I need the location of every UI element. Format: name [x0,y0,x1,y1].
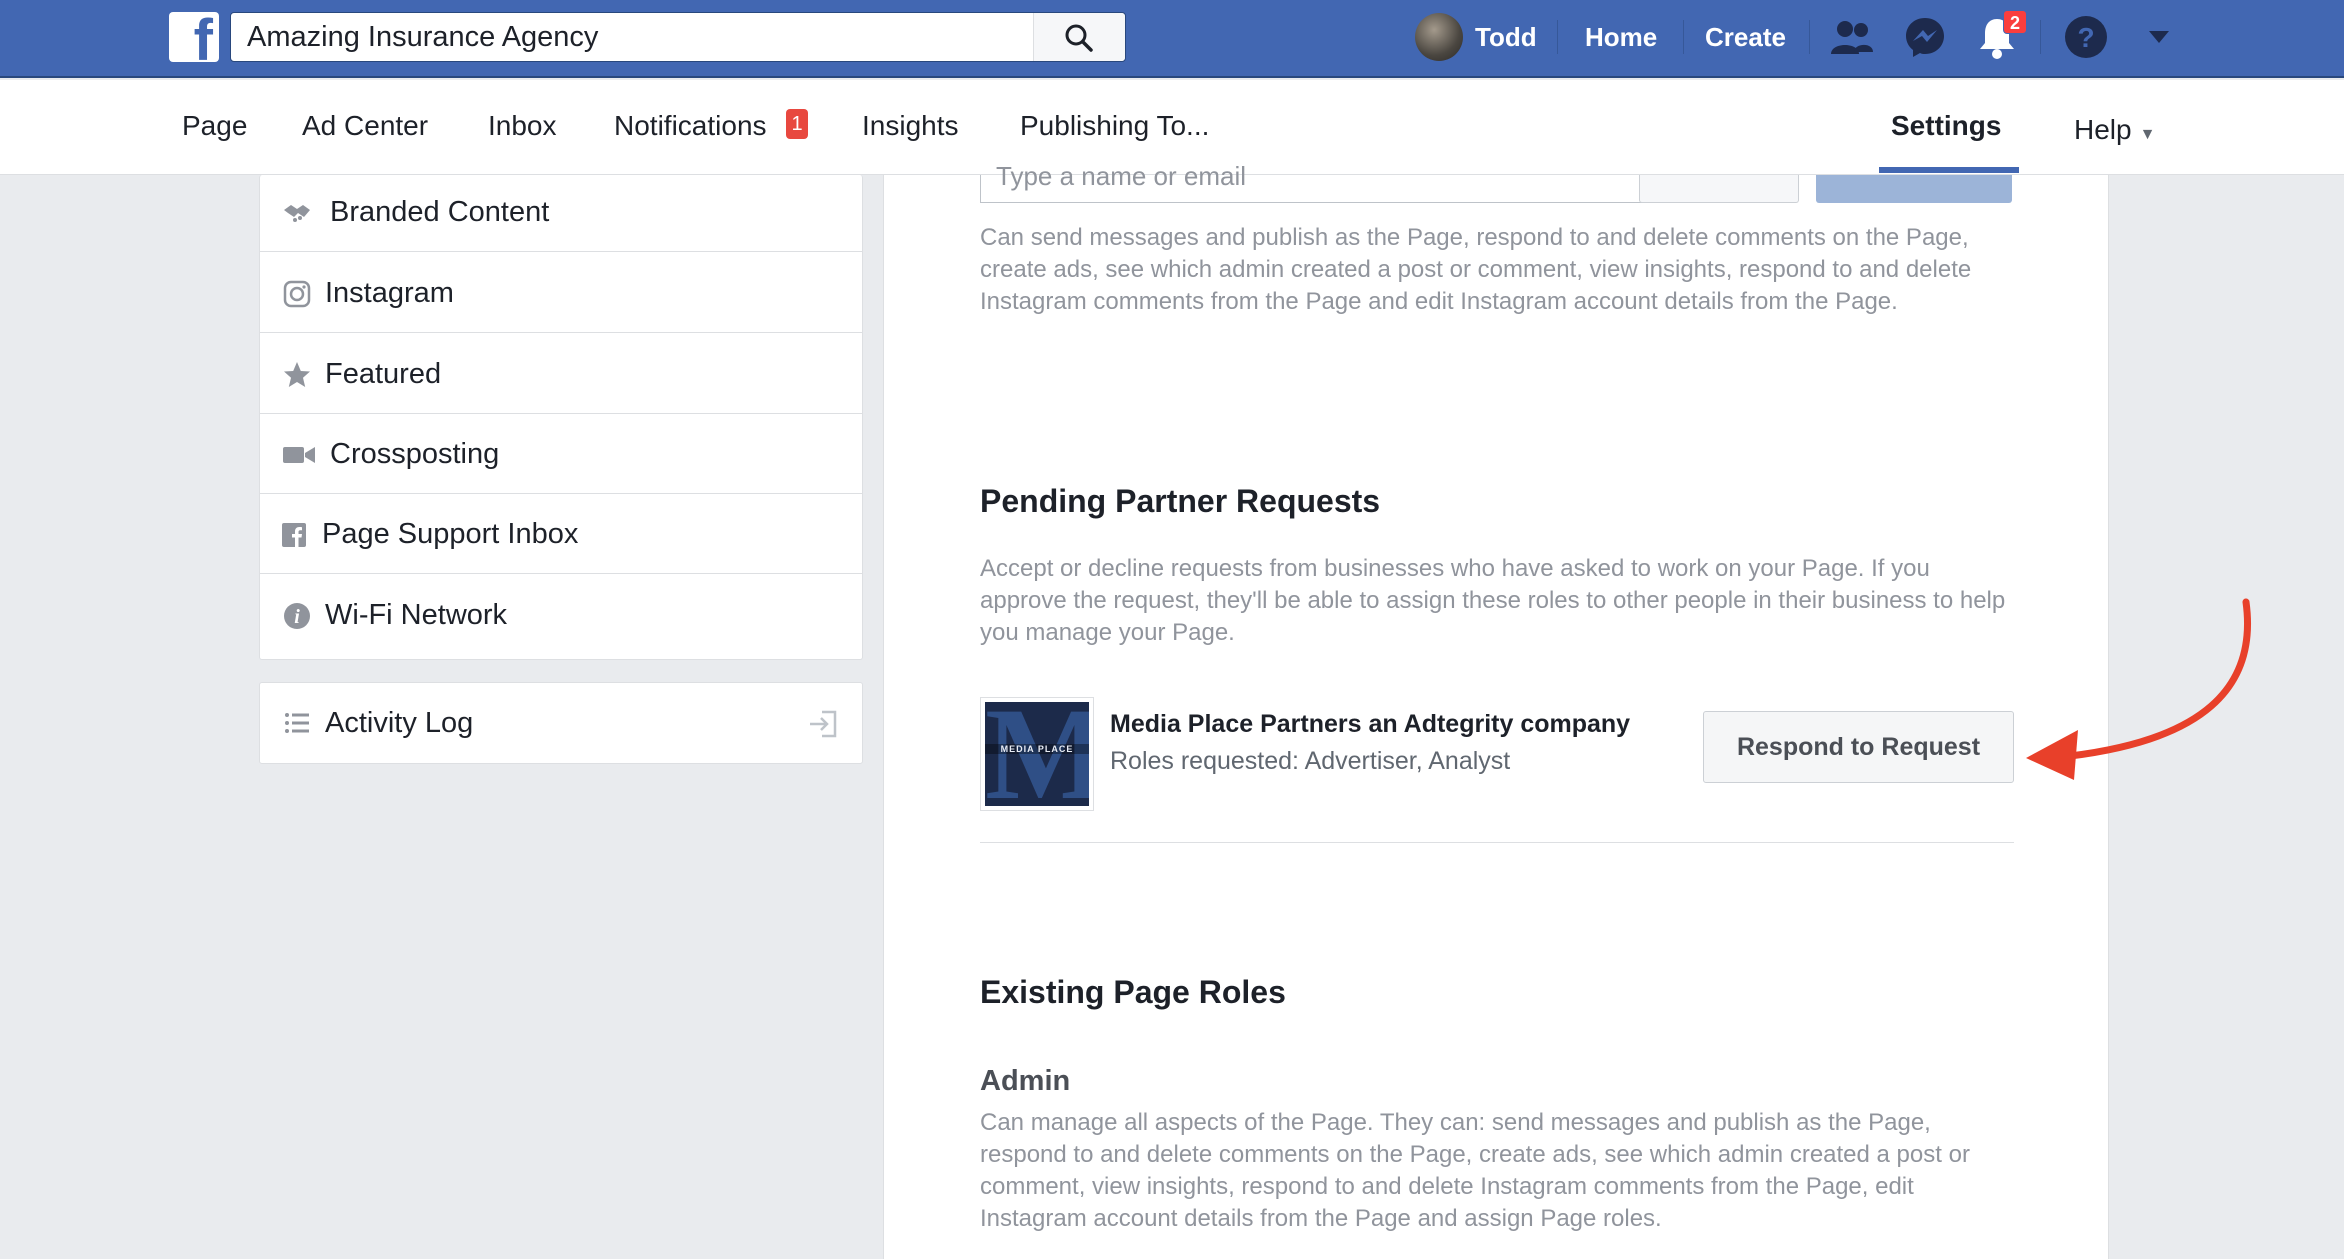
tab-page[interactable]: Page [182,108,247,144]
svg-text:?: ? [2077,22,2094,53]
section-divider [980,842,2014,843]
add-role-button[interactable] [1816,175,2012,203]
tab-notifications[interactable]: Notifications [614,108,767,144]
top-navigation-bar: f Todd Home Create 2 ? [0,0,2344,78]
tab-settings[interactable]: Settings [1891,108,2001,144]
info-icon: i [284,603,310,629]
tab-inbox[interactable]: Inbox [488,108,557,144]
sidebar-item-label: Crossposting [330,438,500,470]
search-button[interactable] [1033,13,1125,61]
respond-to-request-button[interactable]: Respond to Request [1703,711,2014,783]
activity-log-card: Activity Log [259,682,863,764]
account-menu-chevron-down-icon[interactable] [2148,30,2170,44]
partner-logo-text: MEDIA PLACE [985,744,1089,754]
create-link[interactable]: Create [1705,20,1786,54]
sidebar-item-instagram[interactable]: Instagram [260,253,862,333]
sidebar-item-activity-log[interactable]: Activity Log [260,683,862,763]
avatar[interactable] [1415,13,1463,61]
role-select-dropdown[interactable] [1639,175,1799,203]
active-tab-indicator [1879,167,2019,173]
help-icon[interactable]: ? [2064,15,2108,59]
list-icon [285,713,309,733]
search-box [230,12,1126,62]
sidebar-item-wifi-network[interactable]: i Wi-Fi Network [260,575,862,655]
sidebar-item-label: Activity Log [325,707,474,739]
search-icon [1065,24,1093,52]
tab-ad-center[interactable]: Ad Center [302,108,428,144]
sidebar-item-label: Wi-Fi Network [325,599,508,631]
partner-logo: M MEDIA PLACE [980,697,1094,811]
help-tab-label: Help [2074,114,2132,145]
star-icon [284,362,310,387]
pending-requests-description: Accept or decline requests from business… [980,555,2006,646]
video-camera-icon [283,447,315,463]
existing-page-roles-heading: Existing Page Roles [980,974,1286,1010]
messenger-icon[interactable] [1904,16,1946,58]
facebook-logo-icon[interactable]: f [169,12,219,62]
sidebar-item-page-support-inbox[interactable]: Page Support Inbox [260,494,862,574]
page-roles-panel: Type a name or email Can send messages a… [883,161,2109,1259]
friend-requests-icon[interactable] [1830,18,1874,58]
notifications-tab-badge: 1 [786,109,808,139]
sidebar-item-crossposting[interactable]: Crossposting [260,414,862,494]
tab-publishing-tools[interactable]: Publishing To... [1020,108,1209,144]
sidebar-item-branded-content[interactable]: Branded Content [260,172,862,252]
tab-help[interactable]: Help ▼ [2074,112,2155,153]
pending-partner-requests-heading: Pending Partner Requests [980,483,1381,519]
tab-insights[interactable]: Insights [862,108,959,144]
nav-divider [2040,20,2041,54]
svg-text:i: i [294,606,300,628]
nav-divider [1557,20,1558,54]
open-in-icon[interactable] [808,709,838,739]
partner-roles-requested: Roles requested: Advertiser, Analyst [1110,747,1511,775]
sidebar-item-label: Featured [325,358,442,390]
admin-role-heading: Admin [980,1065,1071,1097]
profile-link[interactable]: Todd [1475,20,1537,54]
settings-sidebar: Branded Content Instagram Featured Cross… [259,175,863,660]
sidebar-item-label: Branded Content [330,196,550,228]
editor-role-description: Can send messages and publish as the Pag… [980,224,1972,315]
sidebar-item-featured[interactable]: Featured [260,334,862,414]
facebook-square-icon [282,523,306,547]
sidebar-item-label: Page Support Inbox [322,518,579,550]
caret-down-icon: ▼ [2139,126,2156,143]
nav-divider [1683,20,1684,54]
assign-role-placeholder: Type a name or email [996,161,1247,191]
admin-role-description: Can manage all aspects of the Page. They… [980,1109,1970,1232]
annotation-arrow [2026,598,2251,780]
search-input[interactable] [231,13,1031,61]
notifications-count-badge: 2 [2003,10,2027,34]
home-link[interactable]: Home [1585,20,1657,54]
handshake-icon [284,205,310,222]
nav-divider [1809,20,1810,54]
partner-name[interactable]: Media Place Partners an Adtegrity compan… [1110,710,1630,739]
sidebar-item-label: Instagram [325,277,454,309]
instagram-icon [283,280,311,308]
